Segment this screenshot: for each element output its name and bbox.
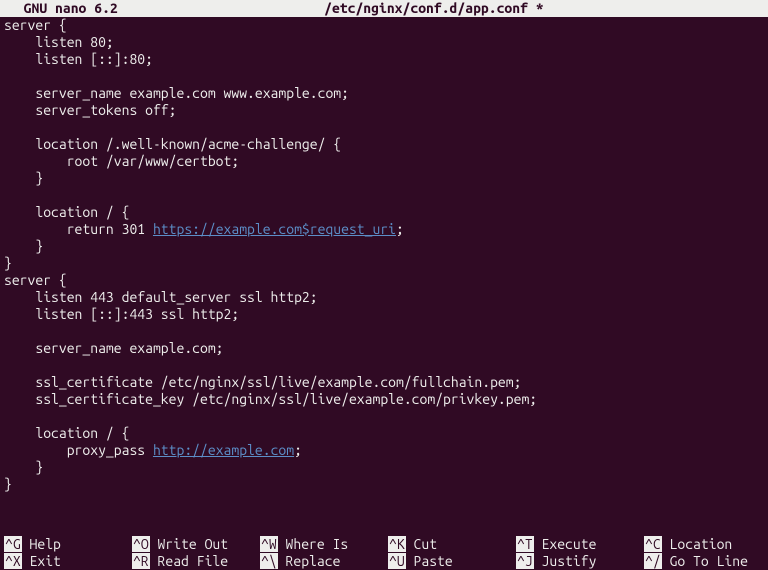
editor-line — [4, 323, 764, 340]
code-text: server { — [4, 17, 67, 33]
help-item[interactable]: ^K Cut — [388, 536, 516, 553]
help-item[interactable]: ^W Where Is — [260, 536, 388, 553]
shortcut-key: ^K — [388, 536, 406, 552]
editor-line: return 301 https://example.com$request_u… — [4, 221, 764, 238]
code-text: ssl_certificate_key /etc/nginx/ssl/live/… — [4, 391, 537, 407]
help-item[interactable]: ^O Write Out — [132, 536, 260, 553]
code-text: proxy_pass — [4, 442, 153, 458]
help-item[interactable]: ^C Location — [644, 536, 768, 553]
help-row-1: ^G Help^O Write Out^W Where Is^K Cut^T E… — [4, 536, 764, 553]
editor-line: proxy_pass http://example.com; — [4, 442, 764, 459]
app-name: GNU nano 6.2 — [8, 0, 118, 17]
help-row-2: ^X Exit^R Read File^\ Replace^U Paste^J … — [4, 553, 764, 570]
editor-line: } — [4, 476, 764, 493]
shortcut-key: ^/ — [644, 553, 662, 569]
code-text: } — [4, 255, 12, 271]
code-text: ssl_certificate /etc/nginx/ssl/live/exam… — [4, 374, 521, 390]
editor-line: } — [4, 170, 764, 187]
code-text: ; — [396, 221, 404, 237]
help-item[interactable]: ^G Help — [4, 536, 132, 553]
editor-line: server_name example.com; — [4, 340, 764, 357]
code-text: server { — [4, 272, 67, 288]
code-text: location / { — [4, 425, 129, 441]
help-item[interactable]: ^\ Replace — [260, 553, 388, 570]
code-text: location / { — [4, 204, 129, 220]
shortcut-key: ^\ — [260, 553, 278, 569]
shortcut-label: Replace — [278, 553, 341, 569]
code-text: listen [::]:443 ssl http2; — [4, 306, 239, 322]
editor-line: listen 443 default_server ssl http2; — [4, 289, 764, 306]
editor-line: location / { — [4, 425, 764, 442]
editor-line: } — [4, 459, 764, 476]
editor-line: location /.well-known/acme-challenge/ { — [4, 136, 764, 153]
shortcut-key: ^C — [644, 536, 662, 552]
shortcut-label: Cut — [406, 536, 437, 552]
editor-line — [4, 119, 764, 136]
shortcut-key: ^U — [388, 553, 406, 569]
editor-line: } — [4, 238, 764, 255]
editor-line: ssl_certificate /etc/nginx/ssl/live/exam… — [4, 374, 764, 391]
titlebar: GNU nano 6.2 /etc/nginx/conf.d/app.conf … — [0, 0, 768, 17]
shortcut-label: Help — [22, 536, 61, 552]
code-text: server_tokens off; — [4, 102, 176, 118]
shortcut-label: Location — [662, 536, 733, 552]
shortcut-key: ^O — [132, 536, 150, 552]
code-text: location /.well-known/acme-challenge/ { — [4, 136, 341, 152]
editor-line — [4, 187, 764, 204]
editor-line: } — [4, 255, 764, 272]
url-text: https://example.com$request_uri — [153, 221, 396, 237]
help-item[interactable]: ^/ Go To Line — [644, 553, 768, 570]
shortcut-key: ^X — [4, 553, 22, 569]
shortcut-key: ^G — [4, 536, 22, 552]
url-text: http://example.com — [153, 442, 294, 458]
shortcut-key: ^R — [132, 553, 150, 569]
help-item[interactable]: ^J Justify — [516, 553, 644, 570]
code-text: server_name example.com; — [4, 340, 224, 356]
editor-line: server { — [4, 272, 764, 289]
help-bar: ^G Help^O Write Out^W Where Is^K Cut^T E… — [0, 536, 768, 570]
code-text: } — [4, 476, 12, 492]
shortcut-label: Go To Line — [662, 553, 748, 569]
code-text: server_name example.com www.example.com; — [4, 85, 349, 101]
editor-area[interactable]: server { listen 80; listen [::]:80; serv… — [0, 17, 768, 520]
editor-line: server_tokens off; — [4, 102, 764, 119]
help-item[interactable]: ^R Read File — [132, 553, 260, 570]
code-text: } — [4, 238, 43, 254]
shortcut-key: ^W — [260, 536, 278, 552]
editor-line — [4, 493, 764, 510]
code-text: return 301 — [4, 221, 153, 237]
editor-line: server_name example.com www.example.com; — [4, 85, 764, 102]
code-text: ; — [294, 442, 302, 458]
code-text: listen 443 default_server ssl http2; — [4, 289, 318, 305]
editor-line — [4, 408, 764, 425]
shortcut-label: Write Out — [150, 536, 228, 552]
file-path: /etc/nginx/conf.d/app.conf * — [118, 0, 750, 17]
editor-line: listen [::]:80; — [4, 51, 764, 68]
shortcut-label: Justify — [534, 553, 597, 569]
help-item[interactable]: ^T Execute — [516, 536, 644, 553]
help-item[interactable]: ^X Exit — [4, 553, 132, 570]
titlebar-right-pad — [750, 0, 760, 17]
code-text: } — [4, 170, 43, 186]
code-text: } — [4, 459, 43, 475]
code-text: listen 80; — [4, 34, 114, 50]
editor-line: listen [::]:443 ssl http2; — [4, 306, 764, 323]
shortcut-label: Execute — [534, 536, 597, 552]
shortcut-key: ^T — [516, 536, 534, 552]
editor-line: ssl_certificate_key /etc/nginx/ssl/live/… — [4, 391, 764, 408]
help-item[interactable]: ^U Paste — [388, 553, 516, 570]
editor-line: server { — [4, 17, 764, 34]
editor-line: root /var/www/certbot; — [4, 153, 764, 170]
shortcut-label: Exit — [22, 553, 61, 569]
shortcut-label: Where Is — [278, 536, 349, 552]
shortcut-key: ^J — [516, 553, 534, 569]
shortcut-label: Paste — [406, 553, 453, 569]
editor-line — [4, 68, 764, 85]
editor-line: listen 80; — [4, 34, 764, 51]
editor-line: location / { — [4, 204, 764, 221]
shortcut-label: Read File — [150, 553, 228, 569]
code-text: root /var/www/certbot; — [4, 153, 239, 169]
editor-line — [4, 357, 764, 374]
code-text: listen [::]:80; — [4, 51, 153, 67]
